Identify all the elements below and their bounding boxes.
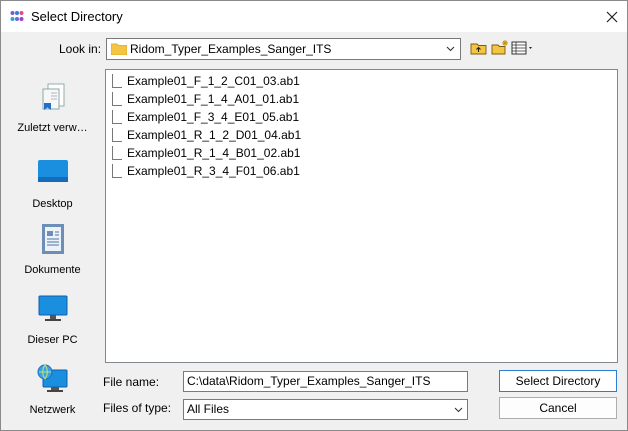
list-item[interactable]: Example01_F_1_2_C01_03.ab1 (110, 72, 310, 89)
documents-icon (42, 224, 64, 254)
window-title: Select Directory (31, 9, 123, 24)
place-label: Desktop (32, 198, 73, 210)
list-item[interactable]: Example01_F_1_4_A01_01.ab1 (110, 90, 310, 107)
file-name-label: File name: (103, 375, 160, 389)
place-label: Netzwerk (29, 404, 76, 416)
file-name: Example01_F_1_4_A01_01.ab1 (127, 92, 300, 106)
file-icon (112, 128, 122, 142)
file-name-input[interactable]: C:\data\Ridom_Typer_Examples_Sanger_ITS (183, 371, 468, 392)
folder-icon (111, 43, 127, 55)
chevron-down-icon (454, 407, 463, 413)
place-label: Dokumente (24, 264, 81, 276)
file-icon (112, 164, 122, 178)
file-name: Example01_F_1_2_C01_03.ab1 (127, 74, 300, 88)
network-icon (37, 364, 68, 392)
computer-icon (38, 295, 68, 321)
look-in-label: Look in: (59, 42, 102, 56)
list-item[interactable]: Example01_R_3_4_F01_06.ab1 (110, 162, 310, 179)
file-name: Example01_R_3_4_F01_06.ab1 (127, 164, 300, 178)
place-label: Dieser PC (27, 334, 78, 346)
file-icon (112, 92, 122, 106)
file-name-value: C:\data\Ridom_Typer_Examples_Sanger_ITS (187, 374, 431, 388)
look-in-value: Ridom_Typer_Examples_Sanger_ITS (130, 42, 332, 56)
place-documents[interactable]: Dokumente (6, 223, 99, 281)
up-folder-icon[interactable] (470, 39, 488, 57)
place-this-pc[interactable]: Dieser PC (6, 293, 99, 351)
look-in-dropdown[interactable]: Ridom_Typer_Examples_Sanger_ITS (106, 38, 461, 60)
file-name: Example01_R_1_2_D01_04.ab1 (127, 128, 302, 142)
view-menu-icon[interactable] (511, 39, 535, 57)
close-button[interactable] (597, 1, 627, 32)
file-icon (112, 110, 122, 124)
file-list[interactable]: Example01_F_1_2_C01_03.ab1 Example01_F_1… (105, 69, 618, 363)
cancel-button[interactable]: Cancel (499, 397, 617, 419)
chevron-down-icon (446, 46, 455, 52)
recent-icon (42, 83, 65, 110)
list-item[interactable]: Example01_F_3_4_E01_05.ab1 (110, 108, 310, 125)
file-icon (112, 146, 122, 160)
title-bar: Select Directory (1, 1, 627, 32)
place-recent[interactable]: Zuletzt verw… (6, 81, 99, 139)
list-item[interactable]: Example01_R_1_2_D01_04.ab1 (110, 126, 310, 143)
place-label: Zuletzt verw… (17, 122, 88, 134)
files-of-type-value: All Files (187, 402, 230, 416)
select-directory-dialog: Select Directory Look in: Ridom_Typer_Ex… (0, 0, 628, 431)
file-icon (112, 74, 122, 88)
new-folder-icon[interactable] (491, 39, 509, 57)
place-desktop[interactable]: Desktop (6, 157, 99, 215)
places-bar: Zuletzt verw… Desktop Dokumente Dieser P… (6, 69, 99, 424)
file-name: Example01_F_3_4_E01_05.ab1 (127, 110, 300, 124)
list-item[interactable]: Example01_R_1_4_B01_02.ab1 (110, 144, 310, 161)
files-of-type-dropdown[interactable]: All Files (183, 399, 468, 420)
desktop-icon (38, 160, 68, 182)
select-directory-button[interactable]: Select Directory (499, 370, 617, 392)
files-of-type-label: Files of type: (103, 401, 172, 415)
place-network[interactable]: Netzwerk (6, 363, 99, 421)
file-name: Example01_R_1_4_B01_02.ab1 (127, 146, 301, 160)
close-icon (606, 11, 618, 22)
app-icon (10, 11, 24, 21)
